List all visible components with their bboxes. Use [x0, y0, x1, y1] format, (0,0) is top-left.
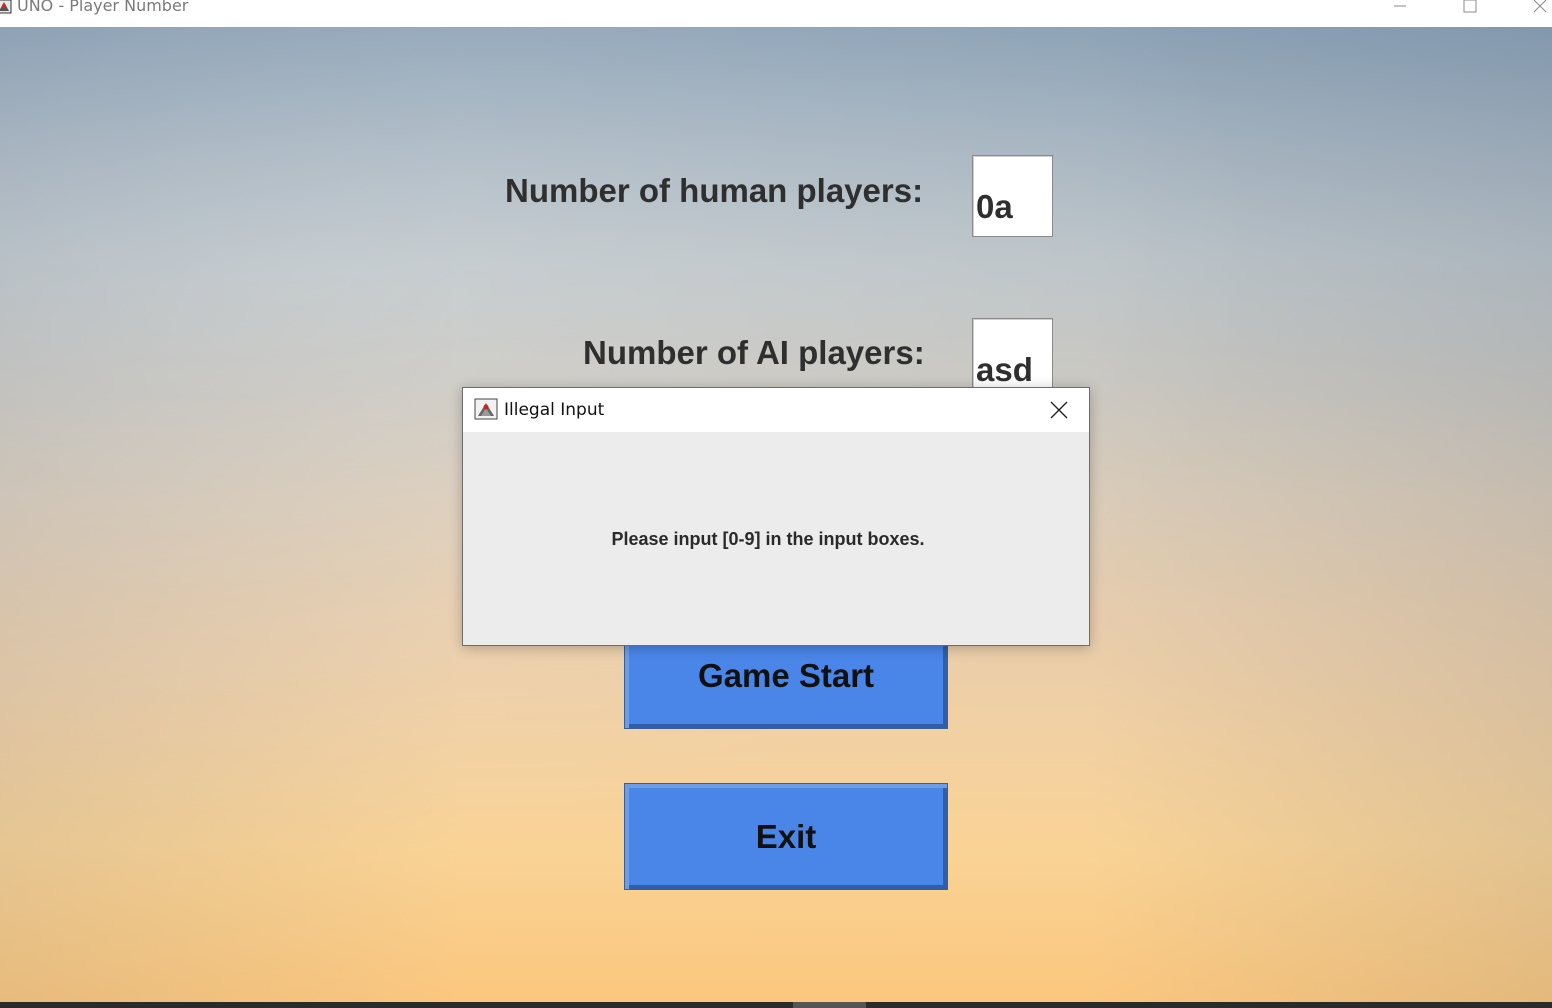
- scrollbar-thumb[interactable]: [793, 1002, 866, 1008]
- minimize-button[interactable]: [1380, 0, 1420, 18]
- window-title: UNO - Player Number: [17, 0, 189, 15]
- close-icon[interactable]: [1047, 398, 1071, 422]
- app-icon: [0, 0, 12, 14]
- dialog-message: Please input [0-9] in the input boxes.: [611, 529, 925, 549]
- illegal-input-dialog: Illegal Input Please input [0-9] in the …: [462, 387, 1090, 646]
- dialog-title: Illegal Input: [504, 400, 605, 420]
- human-players-input[interactable]: [972, 155, 1053, 237]
- close-window-button[interactable]: [1520, 0, 1552, 18]
- close-icon: [1533, 0, 1547, 13]
- java-app-icon: [474, 398, 498, 420]
- maximize-button[interactable]: [1450, 0, 1490, 18]
- dialog-titlebar: Illegal Input: [463, 388, 1089, 432]
- window-titlebar: UNO - Player Number: [0, 0, 1552, 27]
- maximize-icon: [1463, 0, 1477, 13]
- dialog-body: Please input [0-9] in the input boxes.: [463, 432, 1089, 645]
- exit-button[interactable]: Exit: [624, 783, 948, 890]
- human-players-label: Number of human players:: [505, 172, 924, 209]
- ai-players-label: Number of AI players:: [583, 334, 925, 371]
- bottom-scrollbar: [0, 1002, 1552, 1008]
- minimize-icon: [1394, 5, 1406, 7]
